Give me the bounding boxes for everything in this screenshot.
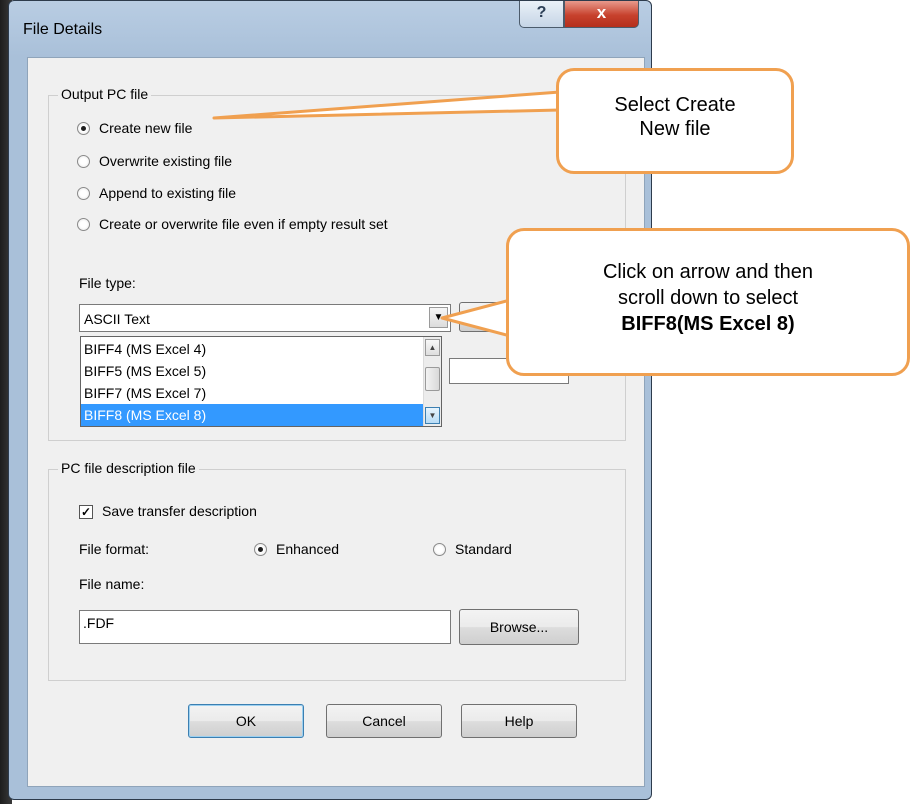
callout-file-type-instruction: Click on arrow and then scroll down to s… (506, 228, 910, 376)
leader-create-new (212, 90, 562, 120)
callout-select-create-new: Select Create New file (556, 68, 794, 174)
leader-file-type (440, 298, 512, 338)
